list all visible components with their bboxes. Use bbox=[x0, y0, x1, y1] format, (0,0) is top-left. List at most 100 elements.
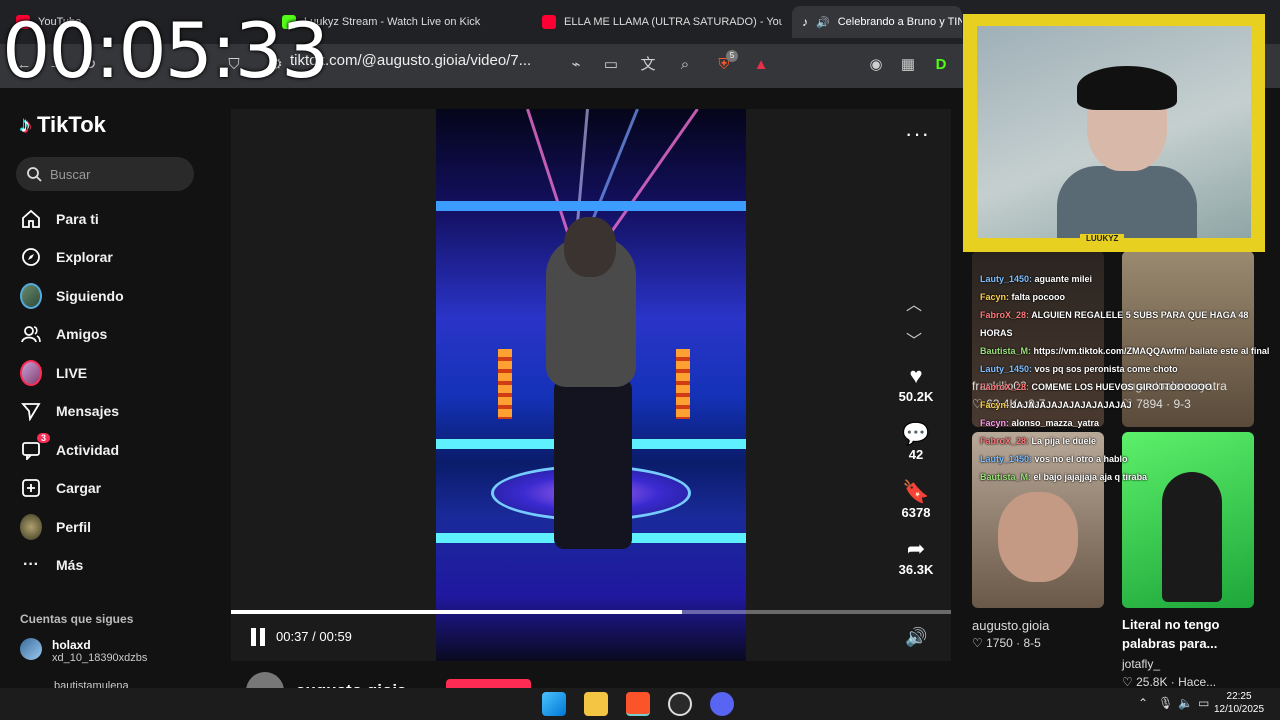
comment-action[interactable]: 💬 42 bbox=[891, 421, 941, 462]
heart-icon: ♥ bbox=[909, 363, 923, 388]
video-player[interactable]: ··· ︿ ﹀ ♥ 50.2K 💬 42 🔖 6378 ➦ 36.3K 00:3… bbox=[231, 109, 951, 661]
chat-text: falta pocooo bbox=[1011, 292, 1066, 302]
chat-message: Facyn: JAJAJAJAJAJAJAJAJAJAJ bbox=[980, 396, 1280, 414]
chat-username: Lauty_1450: bbox=[980, 364, 1035, 374]
translate-icon[interactable]: 文 bbox=[638, 54, 658, 76]
chat-message: Lauty_1450: vos pq sos peronista come ch… bbox=[980, 360, 1280, 378]
discord-icon[interactable] bbox=[710, 692, 734, 716]
nav-para-ti[interactable]: Para ti bbox=[20, 204, 99, 234]
chat-username: Bautista_M: bbox=[980, 472, 1034, 482]
following-user[interactable]: holaxd xd_10_18390xdzbs bbox=[20, 638, 147, 664]
taskbar: ⌃ 🎙 🔈 ▭ 22:25 12/10/2025 bbox=[0, 688, 1280, 720]
nav-live[interactable]: LIVE bbox=[20, 358, 87, 388]
clock-time: 22:25 bbox=[1226, 691, 1252, 702]
microphone-icon[interactable]: 🎙 bbox=[1158, 696, 1173, 710]
nav-label: Siguiendo bbox=[56, 288, 124, 304]
nav-actividad[interactable]: 3 Actividad bbox=[20, 433, 120, 465]
card-likes-row: ♡ 1750 · 8-5 bbox=[972, 636, 1041, 650]
progress-fill bbox=[231, 610, 683, 614]
chat-username: Facyn: bbox=[980, 418, 1012, 428]
nav-perfil[interactable]: Perfil bbox=[20, 512, 91, 542]
video-frame[interactable] bbox=[436, 109, 746, 661]
tab-label: Luukyz Stream - Watch Live on Kick bbox=[304, 16, 481, 28]
nav-amigos[interactable]: Amigos bbox=[20, 319, 107, 349]
chat-text: alonso_mazza_yatra bbox=[1011, 418, 1100, 428]
chat-username: Lauty_1450: bbox=[980, 274, 1035, 284]
share-action[interactable]: ➦ 36.3K bbox=[891, 536, 941, 577]
card-likes-row: ♡ 25.8K · Hace... bbox=[1122, 675, 1217, 689]
search-icon bbox=[27, 167, 42, 182]
obs-icon[interactable] bbox=[668, 692, 692, 716]
nav-explorar[interactable]: Explorar bbox=[20, 242, 113, 272]
tab-tiktok[interactable]: ♪ 🔊 Celebrando a Bruno y TINI bbox=[792, 6, 962, 38]
more-options-icon[interactable]: ··· bbox=[905, 121, 930, 147]
stream-chat: Lauty_1450: aguante milei Facyn: falta po… bbox=[980, 270, 1280, 486]
system-clock[interactable]: 22:25 12/10/2025 bbox=[1214, 690, 1264, 716]
send-icon bbox=[20, 400, 42, 422]
nav-label: Perfil bbox=[56, 519, 92, 535]
chat-text: aguante milei bbox=[1034, 274, 1093, 284]
chat-message: Facyn: falta pocooo bbox=[980, 288, 1280, 306]
nav-label: Cargar bbox=[56, 480, 102, 496]
extension-icon[interactable]: ◉ bbox=[866, 54, 886, 76]
nav-label: Actividad bbox=[56, 442, 120, 458]
chevron-down-icon[interactable]: ﹀ bbox=[906, 327, 922, 351]
chat-text: vos no el otro a hablo bbox=[1034, 454, 1128, 464]
tiktok-tab-icon: ♪ bbox=[802, 15, 808, 29]
search-input[interactable] bbox=[50, 166, 180, 182]
audio-icon[interactable]: 🔊 bbox=[816, 16, 830, 29]
playback-time: 00:37 / 00:59 bbox=[276, 629, 352, 644]
chat-username: FabroX_28: bbox=[980, 436, 1032, 446]
volume-icon[interactable]: 🔊 bbox=[905, 627, 927, 648]
share-icon: ➦ bbox=[906, 536, 926, 561]
nav-label: Más bbox=[56, 557, 84, 573]
like-action[interactable]: ♥ 50.2K bbox=[891, 363, 941, 404]
extension-icon[interactable]: ▦ bbox=[898, 54, 918, 76]
brave-rewards-icon[interactable]: ▲ bbox=[751, 54, 771, 76]
card-user: jotafly_ bbox=[1122, 657, 1161, 671]
chat-username: Facyn: bbox=[980, 292, 1012, 302]
live-avatar bbox=[20, 360, 42, 386]
chat-text: La pija le duele bbox=[1031, 436, 1097, 446]
tiktok-logo-icon: ♪ bbox=[20, 112, 31, 137]
streamer bbox=[1057, 166, 1197, 238]
network-icon[interactable]: ▭ bbox=[1198, 696, 1209, 710]
extension-d-icon[interactable]: D bbox=[931, 54, 951, 76]
shield-badge: 5 bbox=[726, 50, 738, 62]
nav-mas[interactable]: ··· Más bbox=[20, 550, 83, 580]
clock-date: 12/10/2025 bbox=[1214, 704, 1265, 715]
chat-message: Bautista_M: el bajo jajajjaja aja q tira… bbox=[980, 468, 1280, 486]
home-icon bbox=[20, 208, 42, 230]
chevron-up-icon[interactable]: ︿ bbox=[906, 291, 922, 315]
speaker-icon[interactable]: 🔈 bbox=[1178, 696, 1193, 710]
following-name: holaxd bbox=[52, 638, 91, 652]
chat-text: vos pq sos peronista come choto bbox=[1034, 364, 1178, 374]
brave-browser-icon[interactable] bbox=[626, 692, 650, 716]
dancer bbox=[554, 379, 632, 549]
nav-label: Amigos bbox=[56, 326, 108, 342]
chat-message: FabroX_28: ALGUIEN REGALELE 5 SUBS PARA … bbox=[980, 306, 1280, 342]
progress-bar[interactable] bbox=[231, 610, 951, 614]
nav-mensajes[interactable]: Mensajes bbox=[20, 396, 119, 426]
tiktok-logo[interactable]: ♪ TikTok bbox=[20, 112, 106, 138]
chat-message: Bautista_M: https://vm.tiktok.com/ZMAQQA… bbox=[980, 342, 1280, 360]
windows-start-icon[interactable] bbox=[542, 692, 566, 716]
chevron-up-icon[interactable]: ⌃ bbox=[1138, 696, 1148, 710]
thumbnail-face bbox=[998, 492, 1078, 582]
nav-siguiendo[interactable]: Siguiendo bbox=[20, 281, 124, 311]
tab-label: ELLA ME LLAMA (ULTRA SATURADO) - YouTube bbox=[564, 16, 782, 28]
nav-label: Explorar bbox=[56, 249, 113, 265]
zoom-icon[interactable]: ⌕ bbox=[675, 54, 695, 76]
tab-label: Celebrando a Bruno y TINI bbox=[837, 16, 962, 28]
save-action[interactable]: 🔖 6378 bbox=[891, 479, 941, 520]
screen-icon[interactable]: ▭ bbox=[601, 54, 621, 76]
pause-button[interactable] bbox=[251, 628, 267, 646]
nav-cargar[interactable]: Cargar bbox=[20, 473, 101, 503]
no-cast-icon[interactable]: ⌁ bbox=[566, 54, 586, 76]
file-explorer-icon[interactable] bbox=[584, 692, 608, 716]
more-icon: ··· bbox=[23, 556, 39, 573]
search-box[interactable] bbox=[16, 157, 194, 191]
tab-youtube-song[interactable]: ELLA ME LLAMA (ULTRA SATURADO) - YouTube bbox=[532, 6, 782, 38]
chat-message: Lauty_1450: aguante milei bbox=[980, 270, 1280, 288]
nav-label: Para ti bbox=[56, 211, 99, 227]
